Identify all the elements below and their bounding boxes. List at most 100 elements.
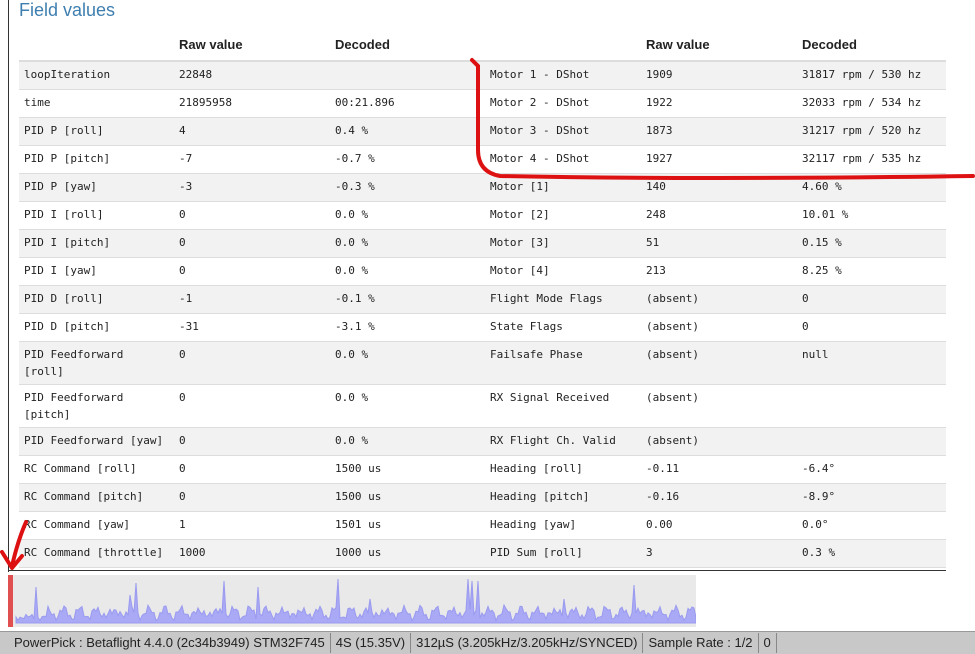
field-name-right: Motor 2 - DShot xyxy=(485,89,641,118)
decoded-value-right: 8.25 % xyxy=(797,257,946,286)
field-name-left: RC Command [roll] xyxy=(19,455,174,484)
raw-value-right: 0.00 xyxy=(641,511,797,540)
field-name-right: Motor [1] xyxy=(485,173,641,202)
decoded-value-left: 0.0 % xyxy=(330,229,485,258)
decoded-value-right: null xyxy=(797,341,946,385)
raw-value-right: 213 xyxy=(641,257,797,286)
table-row: RC Command [throttle] 1000 1000 us PID Sum … xyxy=(19,539,946,568)
raw-value-left: 4 xyxy=(174,117,330,146)
raw-value-left: -31 xyxy=(174,313,330,342)
raw-value-left: 1 xyxy=(174,511,330,540)
field-name-left: PID P [yaw] xyxy=(19,173,174,202)
decoded-value-left: 0.0 % xyxy=(330,427,485,456)
raw-value-left: 0 xyxy=(174,229,330,258)
field-name-left: PID P [roll] xyxy=(19,117,174,146)
table-row: time 21895958 00:21.896 Motor 2 - DShot 1922… xyxy=(19,89,946,118)
raw-value-left: 21895958 xyxy=(174,89,330,118)
header-decoded-left: Decoded xyxy=(330,28,485,62)
table-row: loopIteration 22848 Motor 1 - DShot 1909 318… xyxy=(19,60,946,90)
header-decoded-right: Decoded xyxy=(797,28,946,62)
table-row: PID Feedforward [roll] 0 0.0 % Failsafe Pha… xyxy=(19,341,946,385)
raw-value-left: 22848 xyxy=(174,60,330,90)
decoded-value-right: 4.60 % xyxy=(797,173,946,202)
field-name-left: time xyxy=(19,89,174,118)
decoded-value-left: 00:21.896 xyxy=(330,89,485,118)
decoded-value-right: 0.0° xyxy=(797,511,946,540)
decoded-value-right: 31217 rpm / 520 hz xyxy=(797,117,946,146)
playhead-cursor[interactable] xyxy=(8,575,13,627)
decoded-value-left: 0.4 % xyxy=(330,117,485,146)
status-loop-time: 312µS (3.205kHz/3.205kHz/SYNCED) xyxy=(411,633,644,653)
field-name-right: Motor [3] xyxy=(485,229,641,258)
field-name-left: PID I [pitch] xyxy=(19,229,174,258)
table-row: PID D [pitch] -31 -3.1 % State Flags (absent… xyxy=(19,313,946,342)
field-name-left: PID I [roll] xyxy=(19,201,174,230)
raw-value-left: 0 xyxy=(174,201,330,230)
raw-value-right: (absent) xyxy=(641,285,797,314)
status-battery: 4S (15.35V) xyxy=(331,633,412,653)
table-row: PID P [yaw] -3 -0.3 % Motor [1] 140 4.60 % xyxy=(19,173,946,202)
field-name-left: RC Command [yaw] xyxy=(19,511,174,540)
raw-value-right: (absent) xyxy=(641,427,797,456)
decoded-value-left: -3.1 % xyxy=(330,313,485,342)
raw-value-right: 248 xyxy=(641,201,797,230)
field-name-left: PID Feedforward [pitch] xyxy=(19,384,174,428)
raw-value-right: (absent) xyxy=(641,384,797,428)
status-firmware: PowerPick : Betaflight 4.4.0 (2c34b3949)… xyxy=(0,633,331,653)
table-row: PID Feedforward [yaw] 0 0.0 % RX Flight Ch.… xyxy=(19,427,946,456)
field-name-left: PID Feedforward [yaw] xyxy=(19,427,174,456)
header-field-right xyxy=(485,28,641,62)
decoded-value-left: 1501 us xyxy=(330,511,485,540)
status-sample-rate: Sample Rate : 1/2 xyxy=(643,633,759,653)
decoded-value-left: 0.0 % xyxy=(330,384,485,428)
decoded-value-right xyxy=(797,427,946,456)
table-row: PID I [pitch] 0 0.0 % Motor [3] 51 0.15 % xyxy=(19,229,946,258)
table-row: PID P [pitch] -7 -0.7 % Motor 4 - DShot 1927… xyxy=(19,145,946,174)
field-values-table: Raw value Decoded Raw value Decoded loop… xyxy=(19,28,946,570)
field-name-left: PID D [pitch] xyxy=(19,313,174,342)
raw-value-left: 1000 xyxy=(174,539,330,568)
field-name-left: RC Command [pitch] xyxy=(19,483,174,512)
decoded-value-left: 0.0 % xyxy=(330,201,485,230)
field-name-right: Motor [2] xyxy=(485,201,641,230)
field-name-left: PID P [pitch] xyxy=(19,145,174,174)
decoded-value-right: 0 xyxy=(797,285,946,314)
field-name-right: Motor 3 - DShot xyxy=(485,117,641,146)
field-name-right: Heading [yaw] xyxy=(485,511,641,540)
decoded-value-left: -0.1 % xyxy=(330,285,485,314)
raw-value-left: 0 xyxy=(174,341,330,385)
raw-value-left: 0 xyxy=(174,257,330,286)
field-name-right: Failsafe Phase xyxy=(485,341,641,385)
table-row: RC Command [roll] 0 1500 us Heading [roll] -… xyxy=(19,455,946,484)
raw-value-right: 51 xyxy=(641,229,797,258)
field-values-table-container[interactable]: Raw value Decoded Raw value Decoded loop… xyxy=(19,28,946,570)
header-field-left xyxy=(19,28,174,62)
raw-value-right: 1909 xyxy=(641,60,797,90)
field-name-left: PID D [roll] xyxy=(19,285,174,314)
field-name-right: State Flags xyxy=(485,313,641,342)
decoded-value-right: -8.9° xyxy=(797,483,946,512)
table-header-row: Raw value Decoded Raw value Decoded xyxy=(19,28,946,62)
log-overview-graph[interactable] xyxy=(8,575,697,627)
field-name-left: loopIteration xyxy=(19,60,174,90)
field-name-right: PID Sum [roll] xyxy=(485,539,641,568)
decoded-value-left: -0.3 % xyxy=(330,173,485,202)
raw-value-right: (absent) xyxy=(641,341,797,385)
decoded-value-right: 0 xyxy=(797,313,946,342)
table-row: RC Command [pitch] 0 1500 us Heading [pitch… xyxy=(19,483,946,512)
raw-value-left: 0 xyxy=(174,427,330,456)
field-name-left: PID Feedforward [roll] xyxy=(19,341,174,385)
raw-value-right: 1873 xyxy=(641,117,797,146)
decoded-value-right xyxy=(797,384,946,428)
raw-value-right: 3 xyxy=(641,539,797,568)
decoded-value-right: 32033 rpm / 534 hz xyxy=(797,89,946,118)
raw-value-left: -1 xyxy=(174,285,330,314)
raw-value-left: -7 xyxy=(174,145,330,174)
table-row: PID Feedforward [pitch] 0 0.0 % RX Signal R… xyxy=(19,384,946,428)
table-row: PID I [yaw] 0 0.0 % Motor [4] 213 8.25 % xyxy=(19,257,946,286)
status-extra: 0 xyxy=(759,633,777,653)
raw-value-right: -0.11 xyxy=(641,455,797,484)
decoded-value-left: 1000 us xyxy=(330,539,485,568)
table-row: PID D [roll] -1 -0.1 % Flight Mode Flags (ab… xyxy=(19,285,946,314)
header-raw-right: Raw value xyxy=(641,28,797,62)
